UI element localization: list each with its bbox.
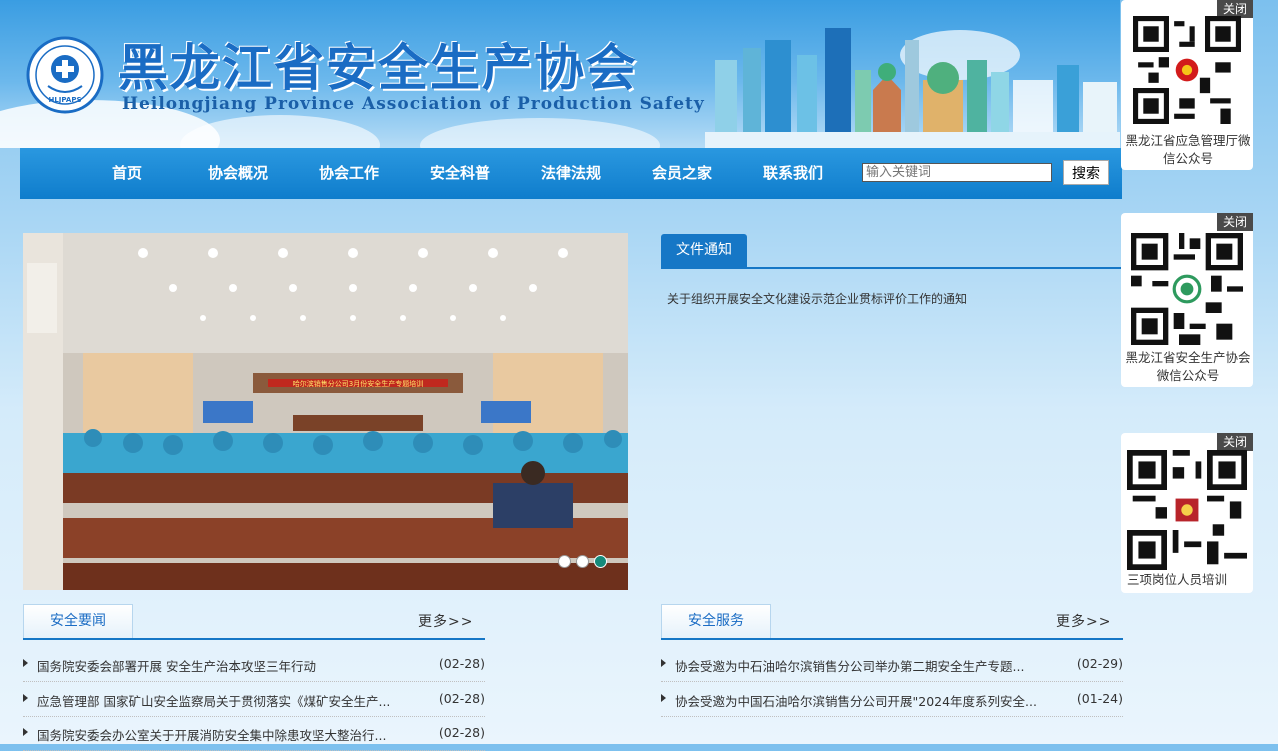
nav-science[interactable]: 安全科普	[410, 148, 510, 199]
search-input[interactable]	[862, 163, 1052, 182]
news-date: (01-24)	[1076, 691, 1123, 706]
qr-caption: 三项岗位人员培训	[1127, 572, 1228, 587]
nav-contact[interactable]: 联系我们	[743, 148, 843, 199]
slider-dot-1[interactable]	[558, 555, 571, 568]
news-title[interactable]: 协会受邀为中国石油哈尔滨销售分公司开展"2024年度系列安全...	[675, 691, 1055, 710]
bullet-arrow-icon	[661, 659, 666, 667]
news-row[interactable]: 国务院安委会部署开展 安全生产治本攻坚三年行动 (02-28)	[23, 647, 485, 682]
header-banner: HLJPAPS 黑龙江省安全生产协会 Heilongjiang Province…	[0, 0, 1120, 148]
safety-service-more-link[interactable]: 更多>>	[1056, 611, 1111, 631]
qr-close-button[interactable]: 关闭	[1217, 433, 1253, 451]
qr-code-icon	[1127, 450, 1247, 570]
bullet-arrow-icon	[661, 694, 666, 702]
news-date: (02-28)	[438, 725, 485, 740]
news-date: (02-28)	[438, 656, 485, 671]
city-skyline-illustration	[705, 28, 1120, 148]
site-subtitle: Heilongjiang Province Association of Pro…	[122, 94, 705, 114]
slider-dot-3-active[interactable]	[594, 555, 607, 568]
qr-panel-emergency: 关闭 黑龙江省应急管理厅微信公众号	[1121, 0, 1253, 170]
qr-code-icon	[1133, 16, 1241, 124]
news-title[interactable]: 协会受邀为中石油哈尔滨销售分公司举办第二期安全生产专题...	[675, 656, 1055, 675]
news-row[interactable]: 协会受邀为中国石油哈尔滨销售分公司开展"2024年度系列安全... (01-24…	[661, 682, 1123, 717]
news-title[interactable]: 国务院安委会办公室关于开展消防安全集中除患攻坚大整治行...	[37, 725, 417, 744]
bullet-arrow-icon	[23, 659, 28, 667]
nav-about[interactable]: 协会概况	[188, 148, 288, 199]
news-row[interactable]: 国务院安委会办公室关于开展消防安全集中除患攻坚大整治行... (02-28)	[23, 716, 485, 751]
bullet-arrow-icon	[23, 694, 28, 702]
safety-news-more-link[interactable]: 更多>>	[418, 611, 473, 631]
banner-text: 哈尔滨销售分公司3月份安全生产专题培训	[293, 379, 423, 388]
main-nav: 首页 协会概况 协会工作 安全科普 法律法规 会员之家 联系我们 搜索	[20, 148, 1122, 199]
news-row[interactable]: 应急管理部 国家矿山安全监察局关于贯彻落实《煤矿安全生产... (02-28)	[23, 682, 485, 717]
news-title[interactable]: 国务院安委会部署开展 安全生产治本攻坚三年行动	[37, 656, 417, 675]
site-title: 黑龙江省安全生产协会	[118, 38, 638, 97]
notice-divider	[661, 267, 1122, 269]
qr-close-button[interactable]: 关闭	[1217, 213, 1253, 231]
logo-text: HLJPAPS	[48, 96, 81, 104]
search-button[interactable]: 搜索	[1063, 160, 1109, 185]
nav-home[interactable]: 首页	[77, 148, 177, 199]
qr-caption: 黑龙江省安全生产协会微信公众号	[1125, 350, 1251, 383]
news-row[interactable]: 协会受邀为中石油哈尔滨销售分公司举办第二期安全生产专题... (02-29)	[661, 647, 1123, 682]
bullet-arrow-icon	[23, 728, 28, 736]
photo-slider[interactable]: 哈尔滨销售分公司3月份安全生产专题培训	[23, 233, 628, 590]
slider-dot-2[interactable]	[576, 555, 589, 568]
nav-work[interactable]: 协会工作	[299, 148, 399, 199]
nav-laws[interactable]: 法律法规	[521, 148, 621, 199]
qr-panel-training: 关闭 三项岗位人员培训	[1121, 433, 1253, 593]
news-date: (02-28)	[438, 691, 485, 706]
meeting-room-photo: 哈尔滨销售分公司3月份安全生产专题培训	[23, 233, 628, 590]
notice-item-link[interactable]: 关于组织开展安全文化建设示范企业贯标评价工作的通知	[667, 290, 967, 307]
safety-service-tab[interactable]: 安全服务	[661, 604, 771, 638]
qr-code-icon	[1131, 233, 1243, 345]
notice-tab[interactable]: 文件通知	[661, 234, 747, 267]
news-title[interactable]: 应急管理部 国家矿山安全监察局关于贯彻落实《煤矿安全生产...	[37, 691, 417, 710]
safety-news-divider	[23, 638, 485, 640]
news-date: (02-29)	[1076, 656, 1123, 671]
nav-members[interactable]: 会员之家	[632, 148, 732, 199]
association-logo-icon: HLJPAPS	[26, 36, 104, 114]
safety-news-tab[interactable]: 安全要闻	[23, 604, 133, 638]
qr-caption: 黑龙江省应急管理厅微信公众号	[1125, 133, 1251, 166]
qr-panel-association: 关闭 黑龙江省安全生产协会微信公众号	[1121, 213, 1253, 387]
safety-service-divider	[661, 638, 1123, 640]
